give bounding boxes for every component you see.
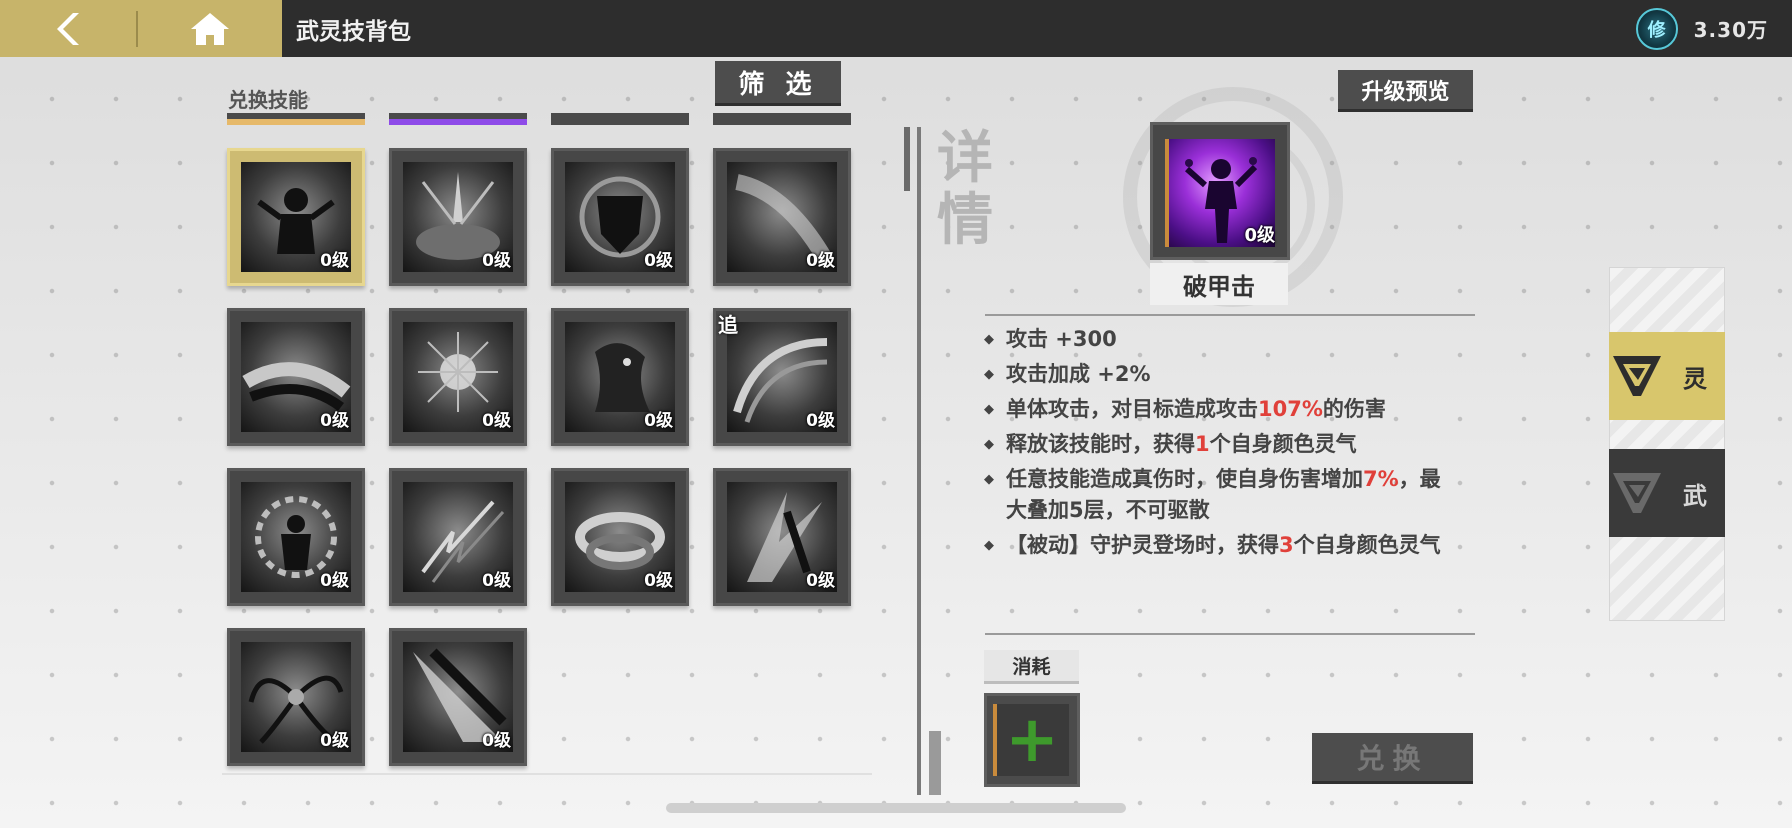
details-top-divider [985,314,1475,316]
skill-level-badge: 0级 [482,731,511,751]
skill-effects-list: 攻击 +300 攻击加成 +2% 单体攻击，对目标造成攻击107%的伤害 释放该… [984,324,1454,565]
skill-tile[interactable]: 0级 [551,308,689,446]
home-icon [191,12,229,45]
effect-item: 攻击加成 +2% [984,359,1454,390]
skill-rarity-accent [1165,139,1169,247]
skill-tile[interactable]: 0级 [551,468,689,606]
home-button[interactable] [138,0,282,57]
skill-level-badge: 0级 [320,251,349,271]
skill-tile[interactable]: 0级 [227,308,365,446]
skill-tile[interactable]: 0级 [227,628,365,766]
effect-item: 释放该技能时，获得1个自身颜色灵气 [984,429,1454,460]
grid-bottom-divider [222,773,872,775]
effect-item: 单体攻击，对目标造成攻击107%的伤害 [984,394,1454,425]
skill-tag-badge: 追 [718,313,738,337]
skill-level-badge: 0级 [644,251,673,271]
skill-tile[interactable]: 0级 [389,308,527,446]
plus-icon: + [1005,703,1059,777]
skill-level-badge: 0级 [320,411,349,431]
exchange-button[interactable]: 兑换 [1312,733,1473,784]
top-bar: 武灵技背包 修 3.30万 [0,0,1792,57]
back-arrow-icon [57,12,79,45]
skill-tile[interactable]: 0级 [227,468,365,606]
skill-level-badge: 0级 [320,731,349,751]
effect-item: 【被动】守护灵登场时，获得3个自身颜色灵气 [984,530,1454,561]
skill-level-badge: 0级 [644,571,673,591]
cultivation-currency-icon: 修 [1635,7,1678,50]
panel-divider [917,127,921,795]
currency-display: 修 3.30万 [1635,6,1768,51]
skill-level-badge: 0级 [482,251,511,271]
partial-skill-tile[interactable] [713,113,851,125]
spirit-emblem-icon [1613,356,1661,396]
skill-grid: 0级 0级 0级 0级 0级 0级 0级 0级追 0级 0级 0级 0级 0级 0级 [227,148,852,768]
tab-spirit[interactable]: 灵 [1609,332,1725,420]
skill-level-badge: 0级 [482,571,511,591]
skill-level-badge: 0级 [1244,225,1275,246]
skill-tile[interactable]: 0级 [389,628,527,766]
upgrade-preview-button[interactable]: 升级预览 [1338,70,1473,112]
tab-label: 武 [1683,481,1707,510]
page-title: 武灵技背包 [296,18,411,45]
skill-tile[interactable]: 0级 [227,148,365,286]
details-bottom-divider [985,633,1475,635]
partial-skill-tile[interactable] [227,113,365,125]
skill-level-badge: 0级 [806,251,835,271]
effect-item: 任意技能造成真伤时，使自身伤害增加7%，最大叠加5层，不可驱散 [984,464,1454,526]
skill-level-badge: 0级 [482,411,511,431]
side-tab-panel [1609,267,1725,621]
skill-level-badge: 0级 [644,411,673,431]
skill-tile[interactable]: 0级 [389,148,527,286]
cost-label: 消耗 [984,650,1079,684]
skill-tile[interactable]: 0级 追 [713,308,851,446]
partial-skill-tile[interactable] [389,113,527,125]
cost-slot-accent [993,704,997,776]
filter-button[interactable]: 筛 选 [715,61,841,106]
cost-slot-inner: + [995,704,1069,776]
skill-tile[interactable]: 0级 [551,148,689,286]
skill-name: 破甲击 [1150,263,1288,305]
skill-tile[interactable]: 0级 [389,468,527,606]
cost-item-slot[interactable]: + [984,693,1080,787]
section-label: 兑换技能 [228,88,308,112]
details-vertical-label: 详情 [937,126,993,253]
skill-tile[interactable]: 0级 [713,468,851,606]
martial-emblem-icon [1613,473,1661,513]
divider-accent-top [904,127,910,191]
divider-accent-bottom [929,731,941,795]
tab-martial[interactable]: 武 [1609,449,1725,537]
back-button[interactable] [0,0,136,57]
selected-skill-icon: 0级 [1150,122,1290,260]
currency-value: 3.30万 [1693,18,1768,42]
nav-area [0,0,282,57]
skill-level-badge: 0级 [806,571,835,591]
skill-tile[interactable]: 0级 [713,148,851,286]
skill-level-badge: 0级 [320,571,349,591]
effect-item: 攻击 +300 [984,324,1454,355]
skill-level-badge: 0级 [806,411,835,431]
tab-label: 灵 [1683,364,1707,393]
home-indicator [666,803,1126,813]
partial-skill-tile[interactable] [551,113,689,125]
